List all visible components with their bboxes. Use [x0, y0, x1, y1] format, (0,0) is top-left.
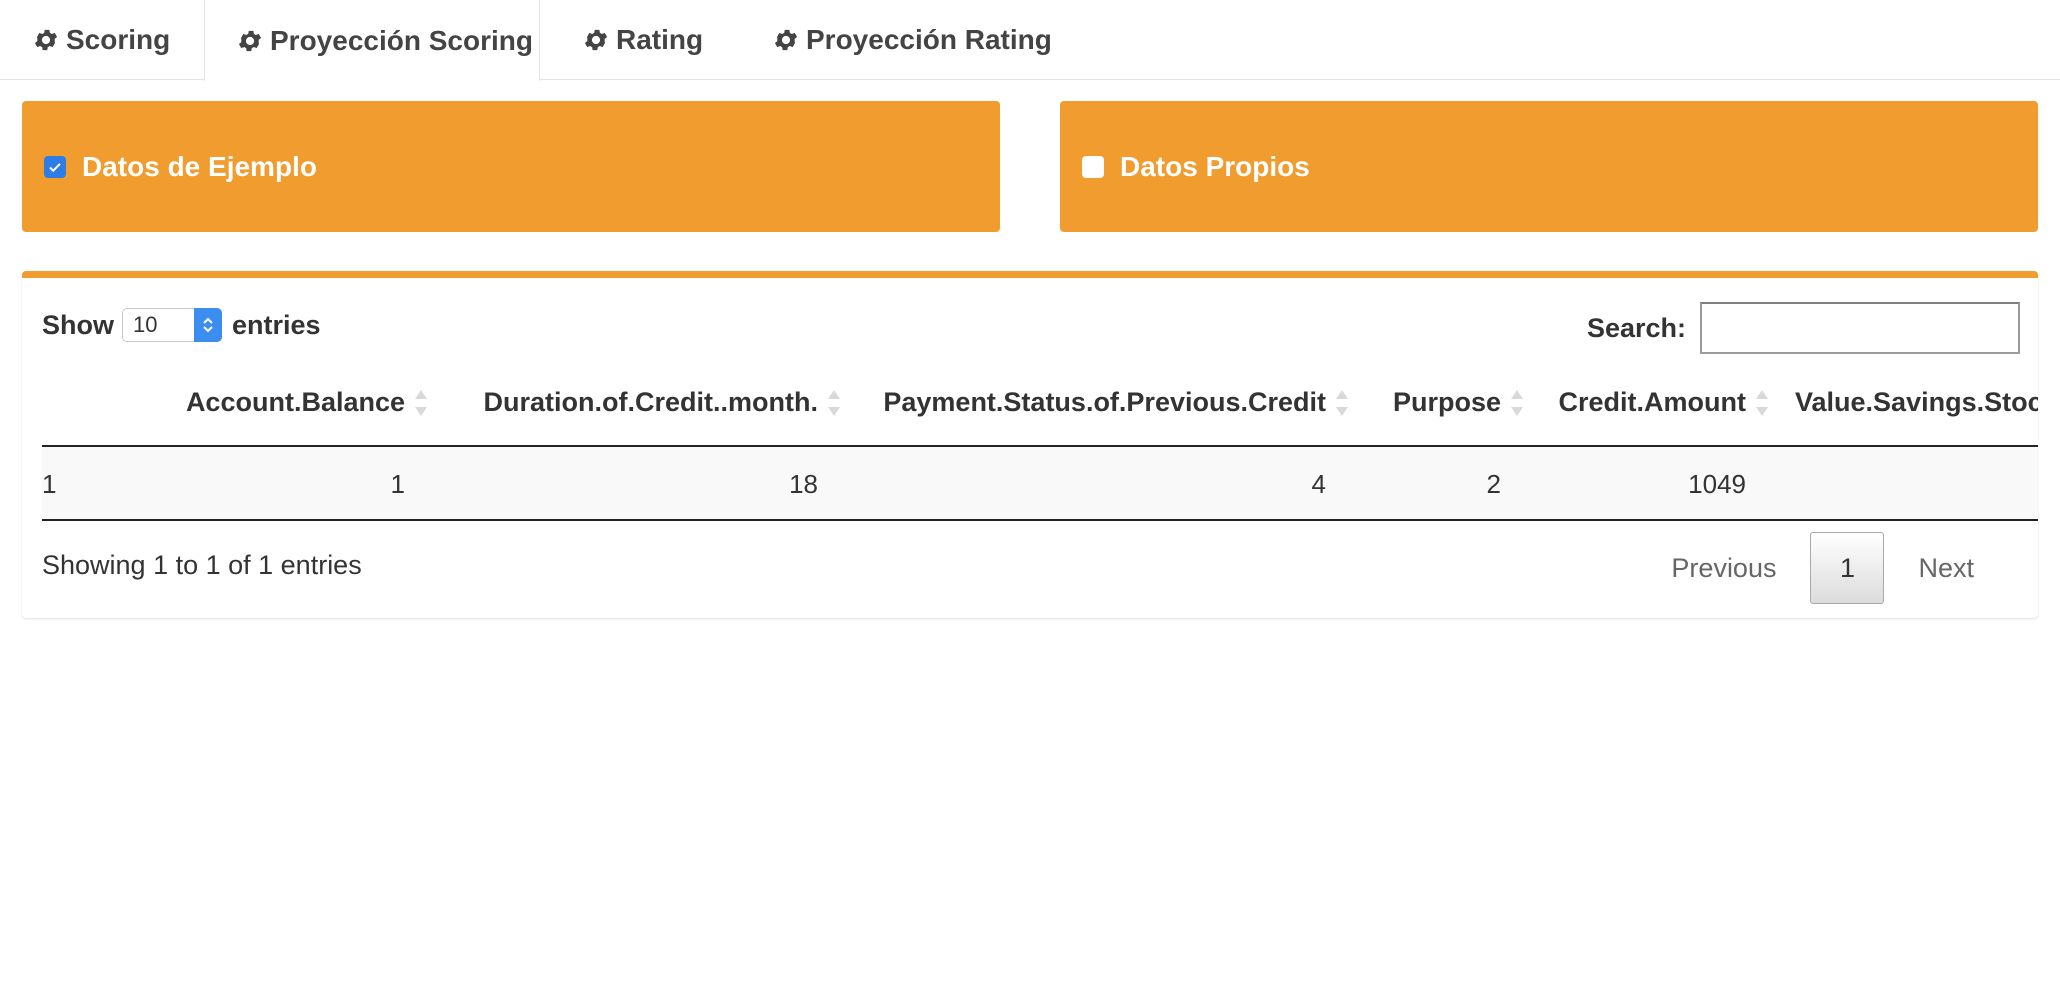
column-header-payment-status[interactable]: Payment.Status.of.Previous.Credit	[842, 358, 1350, 447]
table-cell-index: 1	[42, 468, 57, 499]
example-data-label: Datos de Ejemplo	[82, 150, 317, 182]
table-cell-purpose: 2	[1486, 468, 1501, 499]
table-cell-value-savings	[1795, 447, 2035, 521]
page-length-select[interactable]: 10	[122, 308, 222, 342]
own-data-box: Datos Propios	[1060, 101, 2038, 232]
column-header-label: Value.Savings.Stocks	[1795, 387, 2038, 417]
column-header-value-savings[interactable]: Value.Savings.Stocks	[1795, 358, 2038, 447]
column-header-label: Account.Balance	[185, 387, 405, 417]
sort-icon	[1334, 388, 1350, 418]
table-row: 1 1 18 4 2 1049	[42, 447, 2038, 521]
column-header-credit-amount[interactable]: Credit.Amount	[1525, 358, 1770, 447]
example-data-box: Datos de Ejemplo	[22, 101, 1000, 232]
tab-label: Rating	[616, 24, 704, 55]
own-data-label: Datos Propios	[1120, 150, 1310, 182]
table-cell-account-balance: 1	[390, 468, 405, 499]
tab-proyeccion-rating[interactable]: Proyección Rating	[772, 0, 1052, 80]
tab-rating[interactable]: Rating	[582, 0, 703, 80]
column-header-label: Payment.Status.of.Previous.Credit	[883, 387, 1326, 417]
length-suffix: entries	[232, 309, 321, 340]
column-header-label: Purpose	[1392, 387, 1501, 417]
pagination: Previous 1 Next	[1647, 532, 1998, 604]
tab-label: Proyección Rating	[806, 24, 1052, 55]
tab-label: Scoring	[66, 24, 171, 55]
gear-icon	[582, 26, 610, 54]
table-info: Showing 1 to 1 of 1 entries	[42, 550, 362, 580]
column-header-duration[interactable]: Duration.of.Credit..month.	[429, 358, 842, 447]
column-header-index	[42, 358, 102, 447]
own-data-checkbox[interactable]	[1082, 155, 1104, 178]
sort-icon	[1509, 388, 1525, 418]
table-cell-payment-status: 4	[1311, 468, 1326, 499]
column-header-label: Credit.Amount	[1558, 387, 1746, 417]
check-icon	[49, 162, 61, 172]
gear-icon	[236, 27, 264, 55]
next-button[interactable]: Next	[1894, 553, 1998, 584]
search-label: Search:	[1586, 312, 1686, 343]
select-updown-icon	[194, 308, 222, 342]
tab-scoring[interactable]: Scoring	[32, 0, 170, 80]
page-button-current[interactable]: 1	[1810, 532, 1885, 604]
sort-icon	[1754, 388, 1770, 418]
previous-button[interactable]: Previous	[1647, 553, 1800, 584]
search-input[interactable]	[1700, 302, 2020, 354]
sort-icon	[826, 388, 842, 418]
example-data-checkbox[interactable]	[44, 155, 66, 178]
tab-proyeccion-scoring[interactable]: Proyección Scoring	[204, 0, 540, 81]
data-table: Account.Balance Duration.of.Credit..mont…	[42, 358, 2038, 521]
gear-icon	[772, 26, 800, 54]
page-length-value: 10	[133, 312, 158, 337]
table-panel: Show 10 entries Search: Account.Balance …	[22, 271, 2038, 618]
column-header-account-balance[interactable]: Account.Balance	[102, 358, 429, 447]
tab-label: Proyección Scoring	[270, 24, 533, 56]
table-cell-duration: 18	[789, 468, 818, 499]
page-length-control: Show 10 entries	[42, 308, 321, 342]
tab-bar: Scoring Proyección Scoring Rating Proyec…	[0, 0, 2060, 81]
search-control: Search:	[1587, 302, 2020, 354]
table-header-row: Account.Balance Duration.of.Credit..mont…	[42, 358, 2038, 447]
table-cell-credit-amount: 1049	[1688, 468, 1746, 499]
length-prefix: Show	[42, 309, 114, 340]
column-header-label: Duration.of.Credit..month.	[483, 387, 818, 417]
gear-icon	[32, 26, 60, 54]
column-header-purpose[interactable]: Purpose	[1350, 358, 1525, 447]
sort-icon	[413, 388, 429, 418]
